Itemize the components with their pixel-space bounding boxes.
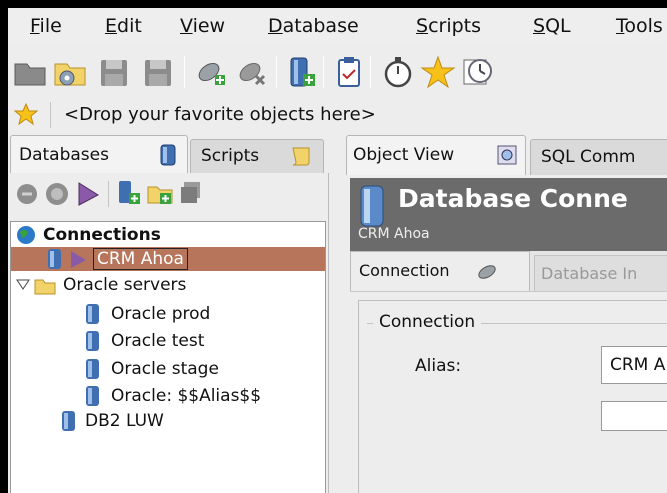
tree-node-oracle[interactable]: Oracle prod — [83, 303, 323, 325]
tab-sql-commander[interactable]: SQL Comm — [530, 139, 667, 175]
toolbar-separator — [370, 56, 371, 88]
folder-gray-icon[interactable] — [12, 54, 48, 90]
filter-icon[interactable] — [76, 179, 102, 211]
menu-tools[interactable]: Tools — [616, 15, 663, 37]
menu-sql[interactable]: SQL — [533, 15, 571, 37]
tree-node-connections[interactable]: Connections — [15, 224, 315, 246]
tab-databases[interactable]: Databases — [10, 135, 188, 173]
database-icon — [159, 144, 177, 171]
database-large-icon — [358, 184, 386, 232]
database-icon — [83, 385, 103, 412]
add-connection-icon[interactable] — [116, 179, 142, 211]
sub-tab-strip: Connection Database In — [350, 251, 667, 291]
editor-area: Object View SQL Comm Database Conne CRM … — [338, 135, 667, 493]
favorites-separator — [50, 102, 51, 128]
stop-icon[interactable] — [44, 181, 70, 211]
plug-icon — [475, 262, 499, 286]
connection-tree[interactable]: Connections CRM Ahoa Oracle servers Orac… — [10, 221, 326, 493]
star-icon[interactable] — [420, 54, 456, 90]
menu-bar: File Edit View Database Scripts SQL Tool… — [8, 8, 667, 46]
filter-icon — [69, 248, 89, 275]
tree-node-db2[interactable]: DB2 LUW — [59, 410, 299, 432]
clock-icon[interactable] — [460, 54, 496, 90]
menu-scripts[interactable]: Scripts — [416, 15, 481, 37]
toolbar-separator — [184, 56, 185, 88]
disconnect-icon[interactable] — [14, 181, 40, 211]
navigator-toolbar — [8, 173, 329, 213]
plug-connect-icon[interactable] — [193, 54, 229, 90]
database-icon — [83, 358, 103, 385]
toolbar-separator — [276, 56, 277, 88]
next-input[interactable] — [601, 401, 667, 431]
menu-database[interactable]: Database — [268, 15, 359, 37]
connection-group: Connection Alias: CRM A — [358, 300, 667, 493]
group-rule — [499, 323, 667, 324]
alias-input[interactable]: CRM A — [601, 346, 667, 384]
main-toolbar — [8, 48, 667, 96]
alias-label: Alias: — [415, 356, 462, 376]
app-window: File Edit View Database Scripts SQL Tool… — [8, 8, 667, 493]
header-subtitle: CRM Ahoa — [358, 226, 430, 242]
menu-edit[interactable]: Edit — [105, 15, 142, 37]
tree-node-selected[interactable]: CRM Ahoa — [11, 247, 325, 271]
stopwatch-icon[interactable] — [380, 54, 416, 90]
magnifier-icon — [497, 145, 519, 172]
plug-disconnect-icon[interactable] — [234, 54, 270, 90]
tab-connection[interactable]: Connection — [350, 251, 530, 291]
clipboard-icon[interactable] — [331, 54, 367, 90]
connection-header: Database Conne CRM Ahoa — [350, 178, 667, 251]
script-icon — [289, 145, 313, 172]
database-icon — [83, 330, 103, 357]
collapse-icon[interactable] — [178, 179, 204, 211]
favorites-placeholder: <Drop your favorite objects here> — [64, 104, 376, 125]
tab-object-view[interactable]: Object View — [346, 135, 526, 175]
left-tab-strip: Databases Scripts — [8, 135, 328, 173]
save-as-icon[interactable] — [140, 54, 176, 90]
navigator-separator — [108, 181, 109, 207]
save-icon[interactable] — [96, 54, 132, 90]
database-navigator: Connections CRM Ahoa Oracle servers Orac… — [8, 173, 329, 493]
folder-gear-icon[interactable] — [52, 54, 88, 90]
database-icon — [45, 248, 65, 275]
add-folder-icon[interactable] — [146, 179, 174, 211]
menu-view[interactable]: View — [180, 15, 225, 37]
favorites-star-icon — [13, 102, 39, 131]
menu-file[interactable]: File — [30, 15, 62, 37]
expand-triangle-icon[interactable] — [15, 277, 31, 298]
tree-node-oracle[interactable]: Oracle test — [83, 330, 323, 352]
toolbar-separator — [323, 56, 324, 88]
tab-database-info[interactable]: Database In — [534, 255, 667, 291]
tree-node-oracle[interactable]: Oracle: $$Alias$$ — [83, 385, 323, 407]
database-icon — [59, 410, 79, 437]
tree-node-oracle-servers[interactable]: Oracle servers — [15, 274, 315, 296]
tab-scripts[interactable]: Scripts — [190, 139, 324, 173]
header-title: Database Conne — [398, 184, 628, 213]
favorites-bar[interactable]: <Drop your favorite objects here> — [8, 98, 667, 132]
database-icon — [83, 303, 103, 330]
folder-icon — [33, 274, 57, 301]
group-title: Connection — [373, 312, 482, 332]
tree-node-oracle[interactable]: Oracle stage — [83, 358, 323, 380]
connection-content: Connection Alias: CRM A — [350, 291, 667, 493]
server-add-icon[interactable] — [284, 54, 320, 90]
